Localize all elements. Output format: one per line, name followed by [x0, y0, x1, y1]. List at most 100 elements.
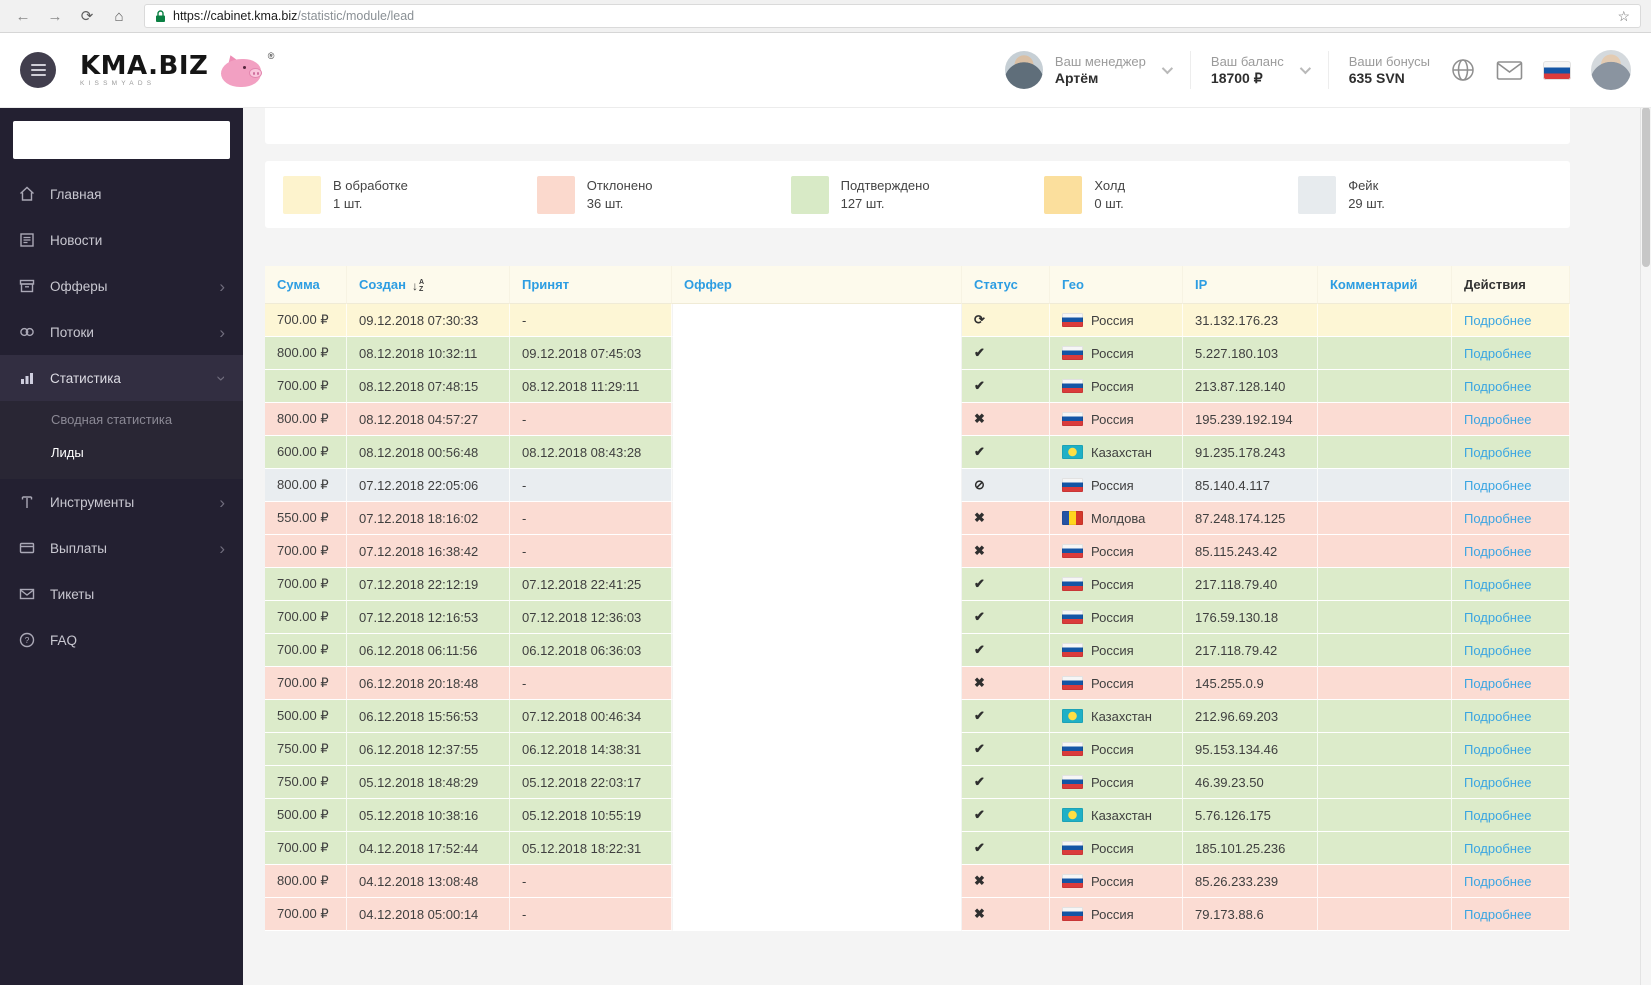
column-header[interactable]: Комментарий [1318, 266, 1452, 304]
ssl-lock-icon [155, 9, 166, 23]
details-link[interactable]: Подробнее [1464, 610, 1531, 625]
column-header[interactable]: Оффер [672, 266, 962, 304]
details-link[interactable]: Подробнее [1464, 643, 1531, 658]
refresh-icon[interactable]: ⟳ [74, 9, 100, 24]
column-header[interactable]: Принят [510, 266, 672, 304]
details-link[interactable]: Подробнее [1464, 478, 1531, 493]
sidebar-item[interactable]: Потоки › [0, 309, 243, 355]
created-cell: 07.12.2018 22:05:06 [347, 469, 510, 502]
table-row: 700.00 ₽06.12.2018 06:11:56 06.12.2018 06… [265, 634, 1570, 667]
details-link[interactable]: Подробнее [1464, 511, 1531, 526]
column-header: Действия [1452, 266, 1570, 304]
globe-icon[interactable] [1450, 57, 1476, 83]
url-bar[interactable]: https://cabinet.kma.biz/statistic/module… [144, 4, 1641, 28]
user-avatar[interactable] [1591, 50, 1631, 90]
details-link[interactable]: Подробнее [1464, 379, 1531, 394]
actions-cell: Подробнее [1452, 436, 1570, 469]
sidebar-subitem[interactable]: Сводная статистика [0, 403, 243, 436]
geo-cell: Россия [1050, 667, 1183, 700]
filters-panel-partial [265, 108, 1570, 144]
actions-cell: Подробнее [1452, 403, 1570, 436]
divider [1189, 51, 1191, 89]
forward-icon[interactable]: → [42, 9, 68, 24]
hamburger-button[interactable] [20, 52, 56, 88]
logo[interactable]: KMA.BIZ KISSMYADS ® [80, 51, 280, 87]
details-link[interactable]: Подробнее [1464, 676, 1531, 691]
table-row: 600.00 ₽08.12.2018 00:56:48 08.12.2018 08… [265, 436, 1570, 469]
sidebar-item[interactable]: Статистика › [0, 355, 243, 401]
created-cell: 05.12.2018 18:48:29 [347, 766, 510, 799]
legend-swatch [536, 175, 575, 214]
comment-cell [1318, 403, 1452, 436]
mail-icon[interactable] [1496, 60, 1523, 81]
status-cell: ✖ [962, 403, 1050, 436]
comment-cell [1318, 667, 1452, 700]
details-link[interactable]: Подробнее [1464, 544, 1531, 559]
geo-cell: Россия [1050, 535, 1183, 568]
details-link[interactable]: Подробнее [1464, 874, 1531, 889]
geo-cell: Россия [1050, 601, 1183, 634]
column-header[interactable]: Гео [1050, 266, 1183, 304]
details-link[interactable]: Подробнее [1464, 412, 1531, 427]
flag-ru-icon [1062, 642, 1083, 657]
details-link[interactable]: Подробнее [1464, 841, 1531, 856]
bookmark-star-icon[interactable]: ☆ [1617, 8, 1630, 25]
offer-cell [672, 601, 962, 634]
details-link[interactable]: Подробнее [1464, 709, 1531, 724]
sidebar-item[interactable]: Тикеты [0, 571, 243, 617]
sidebar-item-label: Потоки [50, 324, 94, 340]
status-cell: ✔ [962, 799, 1050, 832]
sidebar-item[interactable]: ? FAQ [0, 617, 243, 663]
actions-cell: Подробнее [1452, 337, 1570, 370]
column-header[interactable]: Создан ↓ A Z [347, 266, 510, 304]
manager-block[interactable]: Ваш менеджер Артём [1004, 51, 1173, 89]
status-check-icon: ✔ [974, 609, 985, 624]
column-header[interactable]: Статус [962, 266, 1050, 304]
details-link[interactable]: Подробнее [1464, 346, 1531, 361]
sidebar-item[interactable]: Инструменты › [0, 479, 243, 525]
back-icon[interactable]: ← [10, 9, 36, 24]
home-icon[interactable]: ⌂ [106, 9, 132, 24]
comment-cell [1318, 337, 1452, 370]
details-link[interactable]: Подробнее [1464, 907, 1531, 922]
details-link[interactable]: Подробнее [1464, 313, 1531, 328]
details-link[interactable]: Подробнее [1464, 808, 1531, 823]
accepted-cell: - [510, 898, 672, 931]
sidebar-item[interactable]: Главная [0, 171, 243, 217]
created-cell: 05.12.2018 10:38:16 [347, 799, 510, 832]
ip-cell: 176.59.130.18 [1183, 601, 1318, 634]
language-flag-ru-icon[interactable] [1543, 60, 1571, 80]
column-header[interactable]: Сумма [265, 266, 347, 304]
sidebar-item[interactable]: Новости [0, 217, 243, 263]
offer-cell [672, 898, 962, 931]
details-link[interactable]: Подробнее [1464, 775, 1531, 790]
column-header[interactable]: IP [1183, 266, 1318, 304]
details-link[interactable]: Подробнее [1464, 445, 1531, 460]
comment-cell [1318, 469, 1452, 502]
sort-alpha-desc-icon[interactable]: ↓ A Z [412, 279, 424, 293]
comment-cell [1318, 733, 1452, 766]
details-link[interactable]: Подробнее [1464, 742, 1531, 757]
actions-cell: Подробнее [1452, 766, 1570, 799]
scrollbar-thumb[interactable] [1642, 107, 1650, 267]
geo-cell: Россия [1050, 733, 1183, 766]
details-link[interactable]: Подробнее [1464, 577, 1531, 592]
accepted-cell: - [510, 865, 672, 898]
sidebar-subitem[interactable]: Лиды [0, 436, 243, 469]
balance-block[interactable]: Ваш баланс 18700 ₽ [1211, 53, 1311, 87]
sum-cell: 700.00 ₽ [265, 304, 347, 337]
ip-cell: 185.101.25.236 [1183, 832, 1318, 865]
sidebar-item[interactable]: Офферы › [0, 263, 243, 309]
status-check-icon: ✔ [974, 708, 985, 723]
sidebar-search-input[interactable] [13, 121, 230, 159]
app-header: KMA.BIZ KISSMYADS ® Ваш менеджер Артём В… [0, 33, 1651, 108]
tools-icon [18, 493, 50, 511]
created-cell: 08.12.2018 04:57:27 [347, 403, 510, 436]
page-scrollbar[interactable] [1640, 33, 1651, 985]
sidebar-item[interactable]: Выплаты › [0, 525, 243, 571]
legend-count: 127 шт. [840, 195, 885, 211]
comment-cell [1318, 370, 1452, 403]
legend-item: Подтверждено 127 шт. [790, 175, 1045, 214]
status-cell: ✔ [962, 766, 1050, 799]
comment-cell [1318, 700, 1452, 733]
